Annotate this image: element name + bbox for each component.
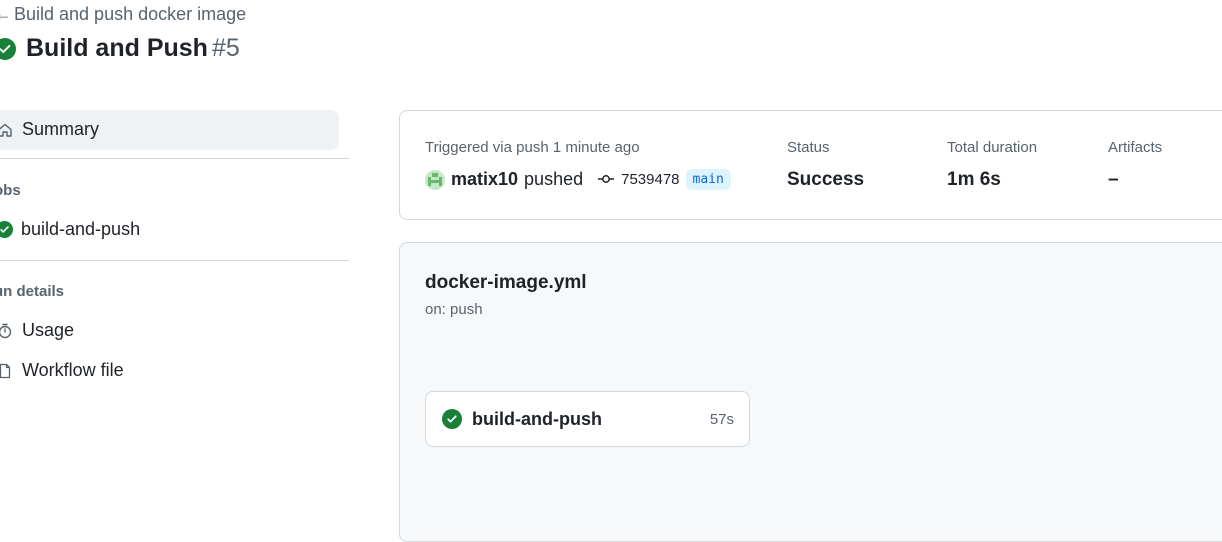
actor-name[interactable]: matix10 — [451, 169, 518, 190]
sidebar-item-usage[interactable]: Usage — [0, 320, 74, 341]
artifacts-label: Artifacts — [1108, 139, 1163, 156]
sidebar-item-build-and-push[interactable]: build-and-push — [0, 219, 140, 240]
jobs-heading: obs — [0, 182, 21, 199]
duration-label: Total duration — [947, 139, 1038, 156]
success-check-icon — [0, 37, 16, 60]
commit-hash: 7539478 — [621, 171, 680, 188]
home-icon — [0, 121, 14, 139]
action-text: pushed — [524, 169, 584, 189]
status-value: Success — [787, 169, 865, 190]
sidebar-item-workflow-file[interactable]: Workflow file — [0, 360, 124, 381]
sidebar-item-label: build-and-push — [21, 219, 141, 239]
push-info: matix10 pushed 7539478 main — [425, 169, 731, 190]
back-link-label: Build and push docker image — [14, 4, 247, 24]
run-summary-card — [399, 110, 1222, 220]
sidebar-item-summary[interactable]: Summary — [0, 119, 99, 140]
success-check-icon — [0, 221, 13, 238]
status-label: Status — [787, 139, 830, 156]
sidebar-divider — [0, 260, 349, 261]
job-card-build-and-push[interactable]: build-and-push 57s — [425, 391, 750, 447]
sidebar-item-label: Workflow file — [22, 360, 124, 380]
triggered-text: Triggered via push 1 minute ago — [425, 139, 640, 156]
page-title: Build and Push #5 — [26, 34, 240, 62]
stopwatch-icon — [0, 322, 14, 340]
duration-value: 1m 6s — [947, 169, 1001, 190]
artifacts-value: – — [1108, 169, 1119, 190]
back-link[interactable]: ← Build and push docker image — [0, 4, 246, 25]
arrow-left-icon: ← — [0, 4, 8, 25]
git-commit-icon — [597, 171, 615, 189]
page-title-row: Build and Push #5 — [0, 34, 240, 63]
sidebar-item-label: Summary — [22, 119, 100, 139]
commit-link[interactable]: 7539478 — [597, 171, 680, 189]
workflow-file-name[interactable]: docker-image.yml — [425, 272, 587, 294]
job-duration: 57s — [709, 410, 734, 428]
file-icon — [0, 362, 14, 380]
job-name: build-and-push — [472, 408, 602, 429]
avatar[interactable] — [425, 169, 445, 190]
sidebar-item-label: Usage — [22, 320, 75, 340]
run-details-heading: un details — [0, 283, 65, 300]
success-check-icon — [442, 409, 462, 429]
branch-badge[interactable]: main — [685, 169, 731, 190]
run-number: #5 — [211, 34, 240, 62]
workflow-trigger: on: push — [425, 301, 483, 318]
sidebar-divider — [0, 158, 349, 159]
